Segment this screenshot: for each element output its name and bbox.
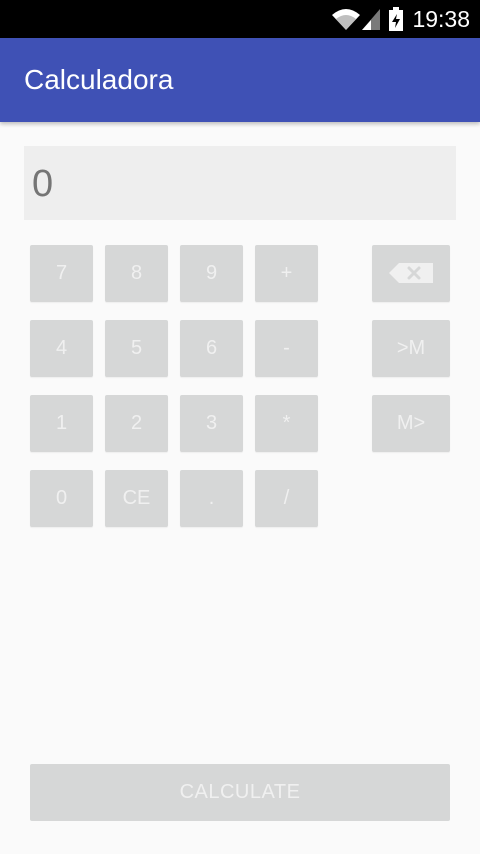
key-clear-entry[interactable]: CE bbox=[105, 470, 168, 527]
wifi-icon bbox=[332, 9, 360, 30]
key-minus[interactable]: - bbox=[255, 320, 318, 377]
signal-icon bbox=[362, 9, 380, 30]
key-6[interactable]: 6 bbox=[180, 320, 243, 377]
backspace-icon bbox=[389, 263, 433, 283]
key-3[interactable]: 3 bbox=[180, 395, 243, 452]
status-bar: 19:38 bbox=[0, 0, 480, 38]
key-5[interactable]: 5 bbox=[105, 320, 168, 377]
key-plus[interactable]: + bbox=[255, 245, 318, 302]
key-7[interactable]: 7 bbox=[30, 245, 93, 302]
key-divide[interactable]: / bbox=[255, 470, 318, 527]
key-9[interactable]: 9 bbox=[180, 245, 243, 302]
key-decimal[interactable]: . bbox=[180, 470, 243, 527]
calculator-screen: 19:38 Calculadora 0 7 8 9 + 4 5 6 - >M 1… bbox=[0, 0, 480, 854]
calculator-display: 0 bbox=[24, 146, 456, 220]
display-value: 0 bbox=[32, 163, 54, 205]
key-8[interactable]: 8 bbox=[105, 245, 168, 302]
memory-store-button[interactable]: >M bbox=[372, 320, 450, 377]
key-0[interactable]: 0 bbox=[30, 470, 93, 527]
key-1[interactable]: 1 bbox=[30, 395, 93, 452]
calculate-button[interactable]: CALCULATE bbox=[30, 764, 450, 821]
battery-icon bbox=[389, 7, 403, 31]
key-4[interactable]: 4 bbox=[30, 320, 93, 377]
key-multiply[interactable]: * bbox=[255, 395, 318, 452]
key-2[interactable]: 2 bbox=[105, 395, 168, 452]
status-time: 19:38 bbox=[412, 6, 470, 32]
app-title: Calculadora bbox=[24, 64, 174, 95]
app-bar: Calculadora bbox=[0, 38, 480, 122]
backspace-button[interactable] bbox=[372, 245, 450, 302]
memory-recall-button[interactable]: M> bbox=[372, 395, 450, 452]
